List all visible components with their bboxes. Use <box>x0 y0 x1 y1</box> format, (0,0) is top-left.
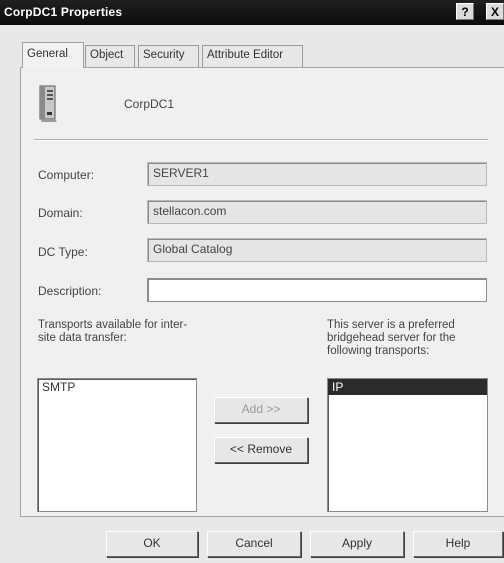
title-bar[interactable]: CorpDC1 Properties ? X <box>0 0 504 25</box>
list-item[interactable]: SMTP <box>38 379 196 395</box>
button-bar: OK Cancel Apply Help <box>0 517 504 563</box>
help-button[interactable]: Help <box>413 531 503 557</box>
ok-button[interactable]: OK <box>106 531 198 557</box>
domain-field[interactable]: stellacon.com <box>147 200 487 224</box>
separator <box>34 139 488 141</box>
tab-general[interactable]: General <box>22 42 84 68</box>
dc-type-label: DC Type: <box>38 245 88 259</box>
tab-attribute-editor[interactable]: Attribute Editor <box>202 45 303 67</box>
computer-field[interactable]: SERVER1 <box>147 162 487 186</box>
window-title: CorpDC1 Properties <box>4 5 123 19</box>
list-item[interactable]: IP <box>328 379 487 395</box>
available-transports-list[interactable]: SMTP <box>37 378 197 512</box>
server-name: CorpDC1 <box>124 97 175 111</box>
description-label: Description: <box>38 284 102 298</box>
remove-button[interactable]: << Remove <box>214 437 308 463</box>
server-icon <box>39 85 57 122</box>
add-button[interactable]: Add >> <box>214 397 308 423</box>
tab-object[interactable]: Object <box>85 45 135 67</box>
preferred-transports-label: This server is a preferred bridgehead se… <box>327 319 456 357</box>
computer-label: Computer: <box>38 168 95 182</box>
available-transports-label: Transports available for inter-site data… <box>38 319 188 344</box>
properties-dialog: CorpDC1 Properties ? X General Object Se… <box>0 0 504 563</box>
help-title-button[interactable]: ? <box>456 3 474 20</box>
close-button[interactable]: X <box>486 3 504 20</box>
cancel-button[interactable]: Cancel <box>207 531 301 557</box>
domain-label: Domain: <box>38 206 83 220</box>
tab-security[interactable]: Security <box>138 45 199 67</box>
dc-type-field[interactable]: Global Catalog <box>147 238 487 262</box>
preferred-transports-list[interactable]: IP <box>327 378 488 512</box>
description-field[interactable] <box>147 278 487 302</box>
apply-button[interactable]: Apply <box>310 531 404 557</box>
